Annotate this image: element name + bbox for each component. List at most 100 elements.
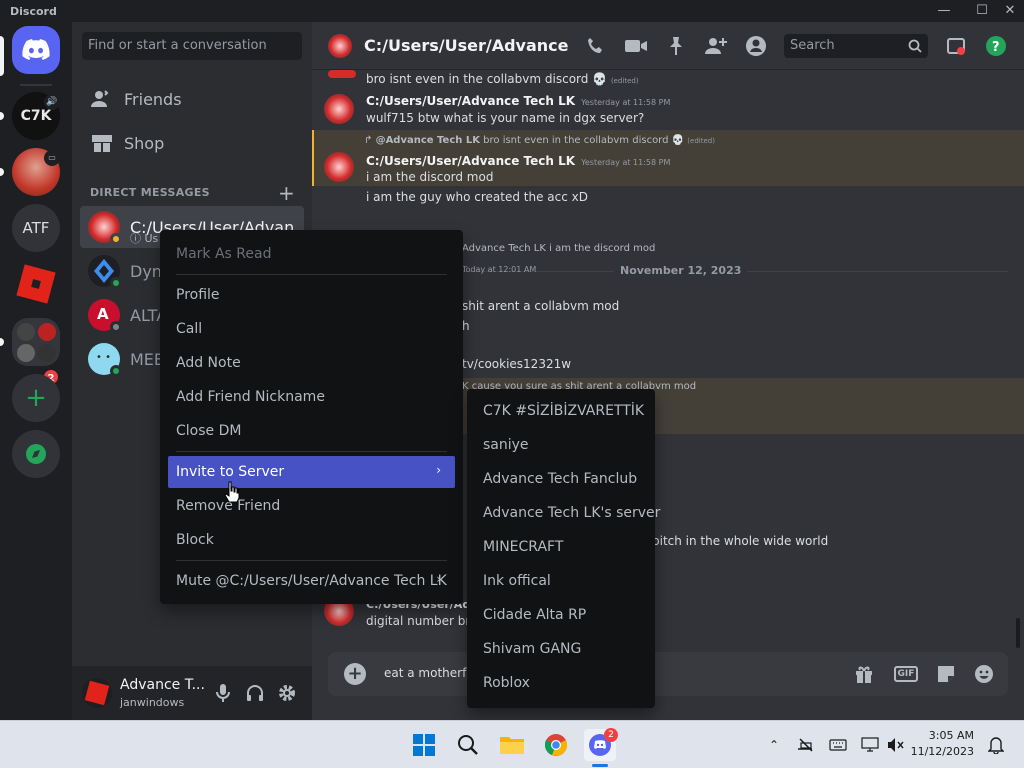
- menu-item-mark-as-read[interactable]: Mark As Read: [168, 238, 455, 270]
- explore-button[interactable]: [12, 430, 60, 478]
- maximize-button[interactable]: ☐: [972, 2, 992, 20]
- menu-separator: [176, 451, 447, 452]
- menu-item-invite-to-server[interactable]: Invite to Server ›: [168, 456, 455, 488]
- message-reply-preview[interactable]: ↱ @Advance Tech LK bro isnt even in the …: [364, 135, 715, 146]
- menu-item-close-dm[interactable]: Close DM: [168, 415, 455, 447]
- nav-shop-label: Shop: [124, 133, 165, 153]
- message-avatar[interactable]: [324, 94, 354, 124]
- invite-server-item[interactable]: Cidade Alta RP: [475, 600, 647, 632]
- compass-icon: [26, 444, 46, 464]
- menu-item-remove-friend[interactable]: Remove Friend: [168, 490, 455, 522]
- sticker-button[interactable]: [934, 663, 958, 685]
- menu-item-mute[interactable]: Mute @C:/Users/User/Advance Tech LK ›: [168, 565, 455, 597]
- invite-server-item[interactable]: Advance Tech Fanclub: [475, 464, 647, 496]
- video-call-button[interactable]: [624, 34, 648, 58]
- menu-item-call[interactable]: Call: [168, 313, 455, 345]
- menu-item-add-friend-nickname[interactable]: Add Friend Nickname: [168, 381, 455, 413]
- display-icon[interactable]: [860, 735, 880, 755]
- inbox-button[interactable]: [944, 34, 968, 58]
- unread-indicator: [0, 338, 4, 346]
- unread-indicator: [0, 112, 4, 120]
- home-button[interactable]: [12, 26, 60, 74]
- taskbar-clock[interactable]: 3:05 AM 11/12/2023: [910, 728, 974, 760]
- upload-plus-icon[interactable]: +: [344, 663, 366, 685]
- pin-icon: [670, 37, 682, 55]
- user-avatar[interactable]: [82, 678, 112, 708]
- create-dm-button[interactable]: +: [278, 181, 295, 205]
- invite-server-item[interactable]: Ink offical: [475, 566, 647, 598]
- notifications-bell-icon[interactable]: [986, 735, 1006, 755]
- show-hidden-icons-chevron-icon[interactable]: ⌃: [764, 735, 784, 755]
- title-bar: Discord — ☐ ✕: [0, 0, 1024, 22]
- search-button[interactable]: [452, 729, 484, 761]
- find-conversation-input[interactable]: Find or start a conversation: [82, 32, 302, 60]
- message-avatar[interactable]: [324, 152, 354, 182]
- invite-server-item[interactable]: saniye: [475, 430, 647, 462]
- avatar: [88, 255, 122, 289]
- invite-server-item[interactable]: MINECRAFT: [475, 532, 647, 564]
- add-user-icon: [705, 38, 727, 54]
- nav-shop[interactable]: Shop: [80, 122, 304, 164]
- nav-friends[interactable]: Friends: [80, 78, 304, 120]
- gif-button[interactable]: GIF: [892, 663, 920, 685]
- gift-button[interactable]: [852, 663, 876, 685]
- message-author[interactable]: C:/Users/User/Advance Tech LK Yesterday a…: [366, 154, 670, 168]
- roblox-icon: [16, 264, 56, 304]
- message-text: digital number bro: [366, 614, 478, 628]
- search-input[interactable]: Search: [784, 34, 928, 58]
- sticker-icon: [938, 666, 954, 682]
- user-panel: Advance T... janwindows: [72, 666, 312, 720]
- chat-title: C:/Users/User/Advance Tech LK: [364, 36, 574, 55]
- emoji-button[interactable]: [972, 663, 996, 685]
- menu-item-block[interactable]: Block: [168, 524, 455, 556]
- volume-muted-icon[interactable]: [886, 735, 906, 755]
- start-button[interactable]: [408, 729, 440, 761]
- close-button[interactable]: ✕: [1000, 2, 1020, 20]
- message-timestamp: Today at 12:01 AM: [462, 265, 537, 274]
- invite-server-item[interactable]: Advance Tech LK's server: [475, 498, 660, 530]
- minimize-button[interactable]: —: [934, 2, 954, 20]
- friends-icon: [91, 90, 109, 107]
- server-atf-label: ATF: [22, 219, 50, 237]
- file-explorer-button[interactable]: [496, 729, 528, 761]
- pinned-messages-button[interactable]: [664, 34, 688, 58]
- server-roblox[interactable]: [12, 260, 60, 308]
- headphones-icon: [247, 685, 263, 701]
- scrollbar-thumb[interactable]: [1016, 618, 1020, 648]
- windows-logo-icon: [413, 734, 435, 756]
- keyboard-icon[interactable]: [828, 735, 848, 755]
- user-settings-button[interactable]: [276, 682, 298, 704]
- active-app-indicator: [592, 764, 608, 767]
- invite-server-item[interactable]: C7K #SİZİBİZVARETTİK: [475, 396, 647, 428]
- message-text: i am the guy who created the acc xD: [366, 190, 588, 204]
- user-profile-button[interactable]: [744, 34, 768, 58]
- deafen-button[interactable]: [244, 682, 266, 704]
- menu-item-profile[interactable]: Profile: [168, 279, 455, 311]
- rail-divider: [20, 84, 52, 86]
- help-button[interactable]: ?: [984, 34, 1008, 58]
- add-server-button[interactable]: +: [12, 374, 60, 422]
- message-author[interactable]: C:/Users/User/Advance Tech LK Yesterday a…: [366, 94, 670, 108]
- server-folder[interactable]: [12, 318, 60, 366]
- add-friends-to-dm-button[interactable]: [704, 34, 728, 58]
- network-off-icon[interactable]: [796, 735, 816, 755]
- speaker-icon: 🔊: [44, 94, 60, 110]
- plus-icon: +: [25, 383, 47, 413]
- shop-icon: [92, 135, 112, 152]
- message-text: i am the discord mod: [366, 170, 494, 184]
- nav-friends-label: Friends: [124, 89, 182, 109]
- voice-call-button[interactable]: [584, 34, 608, 58]
- clock-time: 3:05 AM: [928, 729, 974, 742]
- search-icon: [908, 39, 922, 53]
- mute-button[interactable]: [212, 682, 234, 704]
- microphone-icon: [216, 684, 230, 702]
- status-online-icon: [110, 277, 122, 289]
- avatar: [88, 211, 122, 245]
- invite-server-item[interactable]: Roblox: [475, 668, 647, 700]
- message-composer[interactable]: + eat a motherfuc GIF: [328, 652, 1008, 696]
- menu-item-add-note[interactable]: Add Note: [168, 347, 455, 379]
- invite-server-item[interactable]: Shivam GANG: [475, 634, 647, 666]
- server-atf[interactable]: ATF: [12, 204, 60, 252]
- chrome-button[interactable]: [540, 729, 572, 761]
- menu-separator: [176, 274, 447, 275]
